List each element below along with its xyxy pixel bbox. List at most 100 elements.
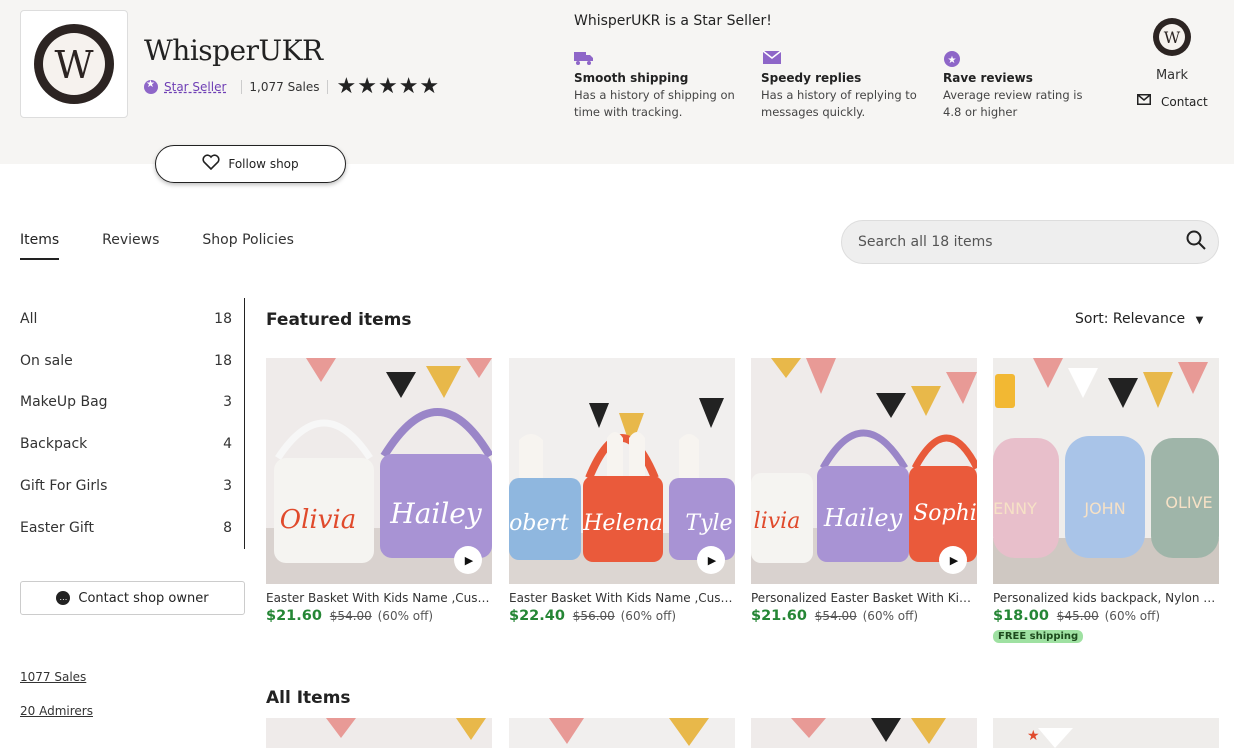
contact-label: Contact	[1161, 94, 1208, 109]
search-input[interactable]	[858, 234, 1174, 250]
sidebar-item-all[interactable]: All 18	[20, 298, 244, 340]
follow-shop-label: Follow shop	[228, 157, 299, 171]
sale-price: $21.60	[266, 608, 322, 624]
heart-icon	[202, 153, 220, 175]
sidebar-item-gift-for-girls[interactable]: Gift For Girls 3	[20, 465, 244, 507]
discount-label: (60% off)	[620, 609, 677, 623]
shop-logo-icon: W	[34, 24, 114, 104]
sidebar-item-easter-gift[interactable]: Easter Gift 8	[20, 507, 244, 549]
svg-text:OLIVE: OLIVE	[1165, 493, 1212, 512]
feature-description: Has a history of shipping on time with t…	[574, 88, 735, 119]
avatar[interactable]: W	[1153, 18, 1191, 56]
category-label: All	[20, 310, 38, 327]
contact-button[interactable]: Contact	[1137, 94, 1208, 109]
product-card[interactable]: Olivia Hailey ▶ Easter Basket With Kids …	[266, 358, 492, 624]
shop-meta: Star Seller 1,077 Sales ★★★★★	[144, 74, 440, 99]
svg-text:livia: livia	[754, 509, 801, 534]
original-price: $54.00	[814, 609, 857, 623]
shop-logo[interactable]: W	[20, 10, 128, 118]
svg-text:Hailey: Hailey	[823, 504, 903, 532]
product-image[interactable]	[509, 718, 735, 748]
category-label: Backpack	[20, 436, 88, 453]
star-badge-icon: ★	[943, 50, 963, 68]
discount-label: (60% off)	[862, 609, 919, 623]
sales-link[interactable]: 1077 Sales	[20, 670, 86, 684]
contact-shop-owner-button[interactable]: … Contact shop owner	[20, 581, 245, 615]
star-seller-link[interactable]: Star Seller	[164, 80, 226, 94]
feature-title: Smooth shipping	[574, 71, 689, 85]
sale-price: $21.60	[751, 608, 807, 624]
svg-text:Olivia: Olivia	[280, 505, 356, 535]
avatar-letter: W	[1164, 28, 1181, 47]
original-price: $54.00	[329, 609, 372, 623]
envelope-outline-icon	[1137, 94, 1151, 109]
sidebar-item-backpack[interactable]: Backpack 4	[20, 423, 244, 465]
svg-text:Hailey: Hailey	[389, 497, 483, 530]
category-label: MakeUp Bag	[20, 394, 108, 411]
free-shipping-badge: FREE shipping	[993, 630, 1084, 643]
envelope-icon	[761, 50, 782, 68]
product-title[interactable]: Easter Basket With Kids Name ,Custom...	[509, 591, 735, 605]
product-card[interactable]: ENNY JOHN OLIVE Personalized kids backpa…	[993, 358, 1219, 643]
shop-logo-letter: W	[54, 43, 93, 87]
tab-shop-policies[interactable]: Shop Policies	[202, 232, 293, 260]
shop-name: WhisperUKR	[144, 34, 323, 67]
svg-text:Sophi: Sophi	[913, 501, 977, 526]
product-image[interactable]: obert Helena Tyle ▶	[509, 358, 735, 584]
category-sidebar: All 18 On sale 18 MakeUp Bag 3 Backpack 4 Gi…	[20, 298, 245, 549]
category-count: 3	[223, 394, 232, 411]
shop-tabs: Items Reviews Shop Policies	[20, 232, 337, 260]
product-image[interactable]: ENNY JOHN OLIVE	[993, 358, 1219, 584]
rating-stars[interactable]: ★★★★★	[337, 74, 441, 99]
divider	[326, 79, 328, 94]
price-row: $18.00 $45.00 (60% off)	[993, 608, 1219, 624]
star-seller-title: WhisperUKR is a Star Seller!	[574, 13, 772, 29]
featured-items-heading: Featured items	[266, 310, 412, 330]
feature-description: Has a history of replying to messages qu…	[761, 88, 917, 119]
svg-text:obert: obert	[509, 511, 569, 536]
tab-reviews[interactable]: Reviews	[102, 232, 159, 260]
discount-label: (60% off)	[1104, 609, 1161, 623]
star-seller-badge-icon	[144, 79, 158, 94]
product-image[interactable]	[751, 718, 977, 748]
shop-owner[interactable]: W Mark	[1136, 18, 1208, 83]
sale-price: $22.40	[509, 608, 565, 624]
chat-bubble-icon: …	[56, 591, 71, 605]
category-label: Gift For Girls	[20, 478, 108, 495]
product-card[interactable]: obert Helena Tyle ▶ Easter Basket With K…	[509, 358, 735, 624]
caret-down-icon: ▼	[1195, 315, 1204, 326]
admirers-link[interactable]: 20 Admirers	[20, 704, 93, 718]
svg-text:★: ★	[1027, 728, 1040, 744]
category-count: 4	[223, 436, 232, 453]
price-row: $21.60 $54.00 (60% off)	[266, 608, 492, 624]
owner-name[interactable]: Mark	[1136, 68, 1208, 83]
category-label: On sale	[20, 352, 73, 369]
tab-items[interactable]: Items	[20, 232, 60, 260]
original-price: $56.00	[572, 609, 615, 623]
product-title[interactable]: Personalized Easter Basket With Kids Nam…	[751, 591, 977, 605]
product-image[interactable]: Olivia Hailey ▶	[266, 358, 492, 584]
sidebar-item-on-sale[interactable]: On sale 18	[20, 340, 244, 382]
product-image[interactable]	[266, 718, 492, 748]
all-items-heading: All Items	[266, 688, 351, 708]
shop-sales-count: 1,077 Sales	[249, 79, 320, 94]
product-title[interactable]: Personalized kids backpack, Nylon School…	[993, 591, 1219, 605]
feature-title: Rave reviews	[943, 71, 1033, 85]
play-video-icon[interactable]: ▶	[697, 546, 725, 574]
feature-title: Speedy replies	[761, 71, 862, 85]
product-title[interactable]: Easter Basket With Kids Name ,Custom...	[266, 591, 492, 605]
sidebar-item-makeup-bag[interactable]: MakeUp Bag 3	[20, 382, 244, 424]
category-count: 8	[223, 519, 232, 536]
svg-text:ENNY: ENNY	[993, 499, 1037, 518]
search-icon[interactable]	[1174, 230, 1218, 255]
follow-shop-button[interactable]: Follow shop	[155, 145, 346, 183]
owner-avatar-icon: W	[1154, 19, 1190, 55]
svg-text:Helena: Helena	[582, 511, 663, 536]
category-count: 18	[214, 352, 232, 369]
play-video-icon[interactable]: ▶	[939, 546, 967, 574]
sort-dropdown[interactable]: Sort: Relevance ▼	[1075, 311, 1203, 327]
play-video-icon[interactable]: ▶	[454, 546, 482, 574]
product-card[interactable]: livia Hailey Sophi ▶ Personalized Easter…	[751, 358, 977, 624]
product-image[interactable]: ★	[993, 718, 1219, 748]
product-image[interactable]: livia Hailey Sophi ▶	[751, 358, 977, 584]
